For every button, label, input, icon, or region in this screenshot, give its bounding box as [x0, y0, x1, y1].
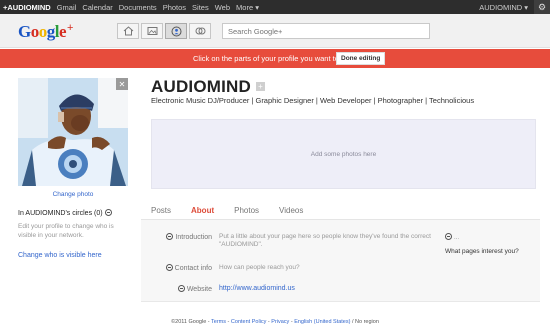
profile-tagline[interactable]: Electronic Music DJ/Producer | Graphic D… — [151, 96, 521, 105]
introduction-value[interactable]: Put a little about your page here so peo… — [219, 233, 435, 249]
nav-calendar[interactable]: Calendar — [82, 3, 112, 12]
footer-privacy[interactable]: Privacy — [271, 319, 289, 325]
introduction-row-label: Introduction — [158, 233, 212, 241]
contact-row-label: Contact info — [158, 264, 212, 272]
profile-icon[interactable] — [165, 23, 187, 39]
contact-label: Contact info — [174, 265, 212, 272]
globe-icon[interactable] — [166, 233, 174, 240]
footer-copyright: ©2011 Google - — [171, 319, 212, 325]
footer: ©2011 Google - Terms - Content Policy - … — [171, 319, 379, 325]
photos-icon[interactable] — [141, 23, 163, 39]
introduction-label: Introduction — [175, 234, 212, 241]
profile-brand-link[interactable]: +AUDIOMIND — [3, 3, 51, 12]
close-icon[interactable]: ✕ — [116, 78, 128, 90]
circles-count-text: In AUDIOMIND's circles (0) — [18, 210, 103, 217]
globe-icon[interactable] — [104, 209, 112, 216]
circles-icon[interactable] — [189, 23, 211, 39]
nav-web[interactable]: Web — [215, 3, 230, 12]
search-box — [222, 23, 430, 39]
website-link[interactable]: http://www.audiomind.us — [219, 285, 295, 292]
globe-icon[interactable] — [165, 264, 173, 271]
pages-interest[interactable]: What pages interest you? — [445, 248, 525, 256]
search-input[interactable] — [223, 24, 429, 38]
website-row-label: Website — [158, 285, 212, 293]
header: Google+ — [0, 14, 550, 48]
nav-sites[interactable]: Sites — [192, 3, 209, 12]
tab-videos[interactable]: Videos — [269, 201, 313, 220]
account-menu[interactable]: AUDIOMIND ▾ — [479, 3, 528, 12]
tab-photos[interactable]: Photos — [224, 201, 269, 220]
change-photo-link[interactable]: Change photo — [18, 191, 128, 198]
add-photos-area[interactable]: Add some photos here — [151, 119, 536, 189]
globe-icon[interactable] — [445, 233, 452, 240]
gear-icon[interactable]: ⚙ — [534, 0, 550, 14]
edit-hint: Edit your profile to change who is visib… — [18, 223, 114, 239]
footer-terms[interactable]: Terms — [211, 319, 226, 325]
edit-banner: Click on the parts of your profile you w… — [0, 49, 550, 68]
done-editing-button[interactable]: Done editing — [336, 52, 386, 65]
change-visible-link[interactable]: Change who is visible here — [18, 252, 102, 259]
home-icon[interactable] — [117, 23, 139, 39]
tab-about[interactable]: About — [181, 201, 224, 220]
footer-region[interactable]: / No region — [350, 319, 379, 325]
add-icon[interactable]: + — [256, 82, 265, 91]
side-ellipsis: ... — [453, 234, 460, 241]
google-plus-logo[interactable]: Google+ — [18, 22, 73, 42]
profile-tabs: Posts About Photos Videos — [141, 201, 540, 220]
nav-documents[interactable]: Documents — [119, 3, 157, 12]
nav-more[interactable]: More ▾ — [236, 3, 259, 12]
tab-posts[interactable]: Posts — [141, 201, 181, 220]
contact-value[interactable]: How can people reach you? — [219, 264, 419, 272]
add-photos-label: Add some photos here — [310, 150, 377, 158]
profile-name[interactable]: AUDIOMIND — [151, 77, 251, 97]
globe-icon[interactable] — [177, 285, 185, 292]
nav-photos[interactable]: Photos — [163, 3, 186, 12]
circles-label: In AUDIOMIND's circles (0) — [18, 209, 112, 217]
top-bar: +AUDIOMIND Gmail Calendar Documents Phot… — [0, 0, 550, 14]
main-toolbar — [117, 23, 213, 39]
footer-content-policy[interactable]: Content Policy — [231, 319, 266, 325]
top-nav: +AUDIOMIND Gmail Calendar Documents Phot… — [0, 0, 265, 14]
edit-banner-message: Click on the parts of your profile you w… — [193, 54, 356, 63]
side-privacy: ... — [445, 233, 459, 241]
nav-gmail[interactable]: Gmail — [57, 3, 77, 12]
website-label: Website — [186, 286, 212, 293]
footer-language[interactable]: English (United States) — [294, 319, 350, 325]
profile-photo[interactable] — [18, 78, 128, 186]
